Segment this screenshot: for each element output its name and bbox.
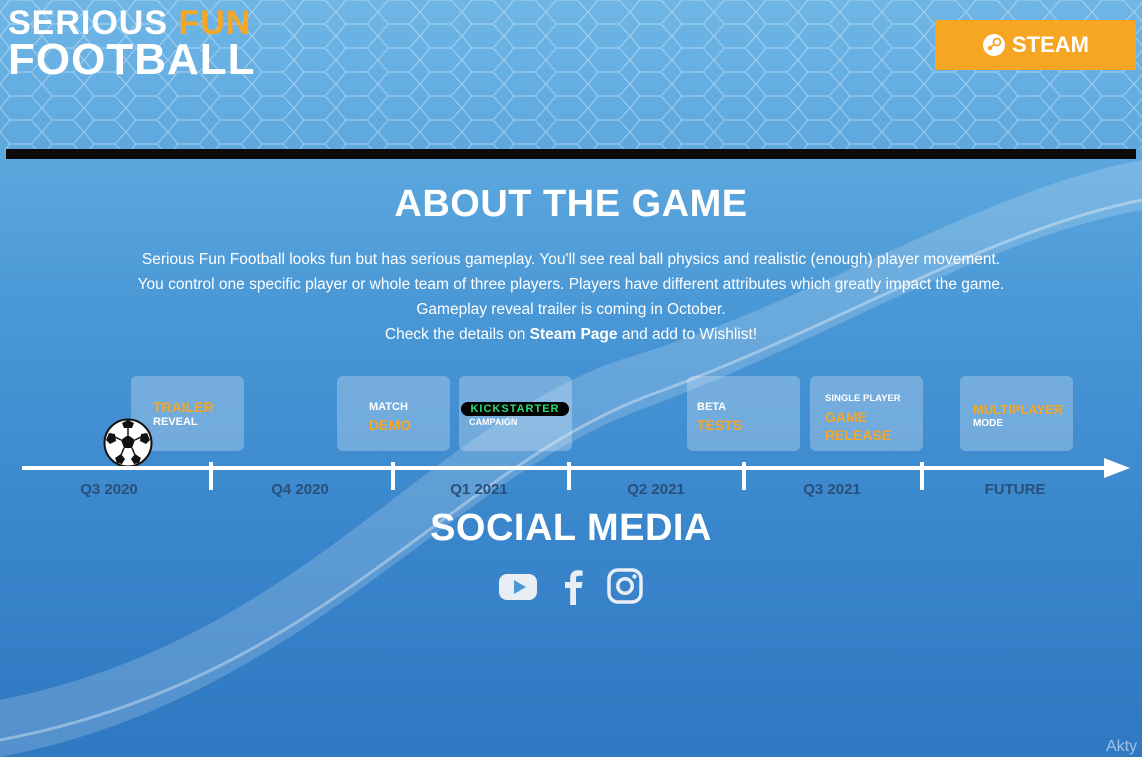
about-line-2: You control one specific player or whole… [137, 276, 1005, 293]
quarter-label: Q3 2020 [80, 481, 138, 498]
milestone-multiplayer-mode: MULTIPLAYER MODE [960, 376, 1073, 451]
header-divider [6, 149, 1136, 159]
steam-button[interactable]: STEAM [935, 20, 1136, 70]
milestone-subtitle: BETA [697, 401, 727, 413]
quarter-label: Q3 2021 [803, 481, 861, 498]
about-title: ABOUT THE GAME [394, 183, 748, 225]
timeline-arrow-icon [1104, 458, 1130, 478]
milestone-title: MULTIPLAYER [973, 402, 1064, 417]
milestone-match-demo: MATCH DEMO [337, 376, 450, 451]
facebook-icon[interactable] [554, 566, 594, 606]
youtube-icon[interactable] [498, 566, 538, 606]
milestone-kickstarter-campaign: KICKSTARTER CAMPAIGN [459, 376, 572, 451]
milestone-subtitle: MODE [973, 418, 1003, 429]
about-line-4-post: and add to Wishlist! [617, 326, 758, 343]
about-line-4-pre: Check the details on [384, 326, 530, 343]
milestone-subtitle: CAMPAIGN [469, 417, 518, 427]
milestone-title: GAME RELEASE [825, 409, 892, 443]
steam-page-link[interactable]: Steam Page [530, 326, 618, 343]
timeline-axis [22, 466, 1108, 470]
milestone-game-release: SINGLE PLAYER GAME RELEASE [810, 376, 923, 451]
quarter-label: Q2 2021 [627, 481, 685, 498]
quarter-label: FUTURE [984, 481, 1046, 498]
about-line-1: Serious Fun Football looks fun but has s… [141, 251, 1001, 268]
about-line-4: Check the details on Steam Page and add … [0, 322, 1142, 347]
milestone-title: TESTS [697, 417, 743, 433]
about-line-3: Gameplay reveal trailer is coming in Oct… [416, 301, 726, 318]
instagram-icon[interactable] [605, 566, 645, 606]
about-description: Serious Fun Football looks fun but has s… [0, 247, 1142, 347]
logo-word-football: FOOTBALL [8, 35, 256, 84]
milestone-beta-tests: BETA TESTS [687, 376, 800, 451]
steam-icon [983, 34, 1005, 56]
timeline-tick [567, 462, 571, 490]
timeline-tick [920, 462, 924, 490]
milestone-subtitle: MATCH [369, 401, 408, 413]
timeline-tick [209, 462, 213, 490]
milestone-title: DEMO [369, 417, 411, 433]
social-icons [498, 566, 648, 606]
quarter-label: Q1 2021 [450, 481, 508, 498]
steam-button-label: STEAM [1012, 32, 1089, 57]
timeline-tick [391, 462, 395, 490]
quarter-label: Q4 2020 [271, 481, 329, 498]
soccer-ball-icon [103, 418, 153, 468]
game-logo[interactable]: SERIOUS FUN FOOTBALL [8, 6, 256, 82]
timeline-tick [742, 462, 746, 490]
milestone-subtitle: SINGLE PLAYER [825, 393, 901, 404]
milestone-title: TRAILER [153, 399, 214, 415]
social-media-title: SOCIAL MEDIA [430, 507, 712, 549]
watermark-text: Akty [1106, 738, 1138, 755]
milestone-subtitle: REVEAL [153, 416, 198, 428]
kickstarter-badge: KICKSTARTER [461, 402, 569, 416]
